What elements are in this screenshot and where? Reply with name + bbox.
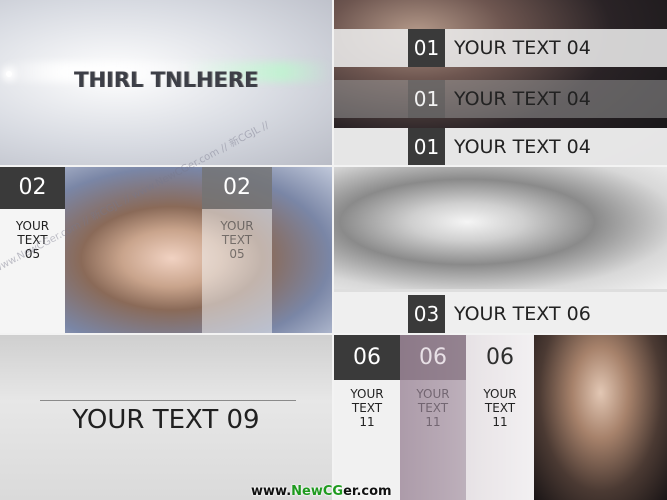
text-band-1: 01 YOUR TEXT 04 xyxy=(334,29,667,67)
column-panel-ghost: 06 YOUR TEXT 11 xyxy=(466,335,534,500)
column-panel-ghost: 02 YOUR TEXT 05 xyxy=(202,167,272,333)
preview-tile-title[interactable]: THIRL TNLHERE xyxy=(0,0,332,165)
row-label: YOUR TEXT 06 xyxy=(454,303,591,325)
column-number: 06 xyxy=(334,335,400,380)
column-number: 06 xyxy=(400,335,466,380)
footer-brand: www.NewCGer.com xyxy=(251,484,392,499)
headline-text: YOUR TEXT 09 xyxy=(72,405,260,435)
column-panel: 06 YOUR TEXT 11 xyxy=(334,335,400,500)
preview-tile-lower-third[interactable]: 03 YOUR TEXT 06 xyxy=(334,167,667,333)
column-text: YOUR TEXT 11 xyxy=(483,387,517,429)
footer-brand-a: New xyxy=(291,484,323,499)
preview-grid: THIRL TNLHERE 01 YOUR TEXT 04 01 YOUR TE… xyxy=(0,0,667,500)
preview-tile-columns[interactable]: 02 YOUR TEXT 05 02 YOUR TEXT 05 xyxy=(0,167,332,333)
flare-dot xyxy=(6,71,12,77)
divider-line xyxy=(40,400,296,401)
footer-suffix: er.com xyxy=(343,484,392,499)
text-band: 03 YOUR TEXT 06 xyxy=(334,292,667,333)
preview-tile-columns-3[interactable]: 06 YOUR TEXT 11 06 YOUR TEXT 11 06 YOUR TEXT 1… xyxy=(334,335,667,500)
footer-prefix: www. xyxy=(251,484,292,499)
footer-brand-b: CG xyxy=(322,484,344,499)
column-text: YOUR TEXT 05 xyxy=(220,219,254,261)
column-number: 06 xyxy=(486,345,514,370)
row-label: YOUR TEXT 04 xyxy=(454,136,591,158)
text-band-3: 01 YOUR TEXT 04 xyxy=(334,128,667,165)
preview-tile-headline[interactable]: YOUR TEXT 09 xyxy=(0,335,332,500)
portrait-photo xyxy=(65,167,332,333)
row-number: 01 xyxy=(408,128,445,165)
portrait-photo xyxy=(334,167,667,289)
row-number: 01 xyxy=(408,80,445,118)
column-number: 02 xyxy=(202,167,272,209)
preview-tile-rows[interactable]: 01 YOUR TEXT 04 01 YOUR TEXT 04 01 YOUR … xyxy=(334,0,667,165)
column-number: 02 xyxy=(0,167,65,209)
column-text: YOUR TEXT 11 xyxy=(350,387,384,429)
row-number: 01 xyxy=(408,29,445,67)
column-panel-ghost: 06 YOUR TEXT 11 xyxy=(400,335,466,500)
column-text: YOUR TEXT 11 xyxy=(416,387,450,429)
glitch-title-text: THIRL TNLHERE xyxy=(74,68,259,92)
row-label: YOUR TEXT 04 xyxy=(454,88,591,110)
row-label: YOUR TEXT 04 xyxy=(454,37,591,59)
text-band-2: 01 YOUR TEXT 04 xyxy=(334,80,667,118)
row-number: 03 xyxy=(408,295,445,333)
portrait-photo xyxy=(534,335,667,500)
